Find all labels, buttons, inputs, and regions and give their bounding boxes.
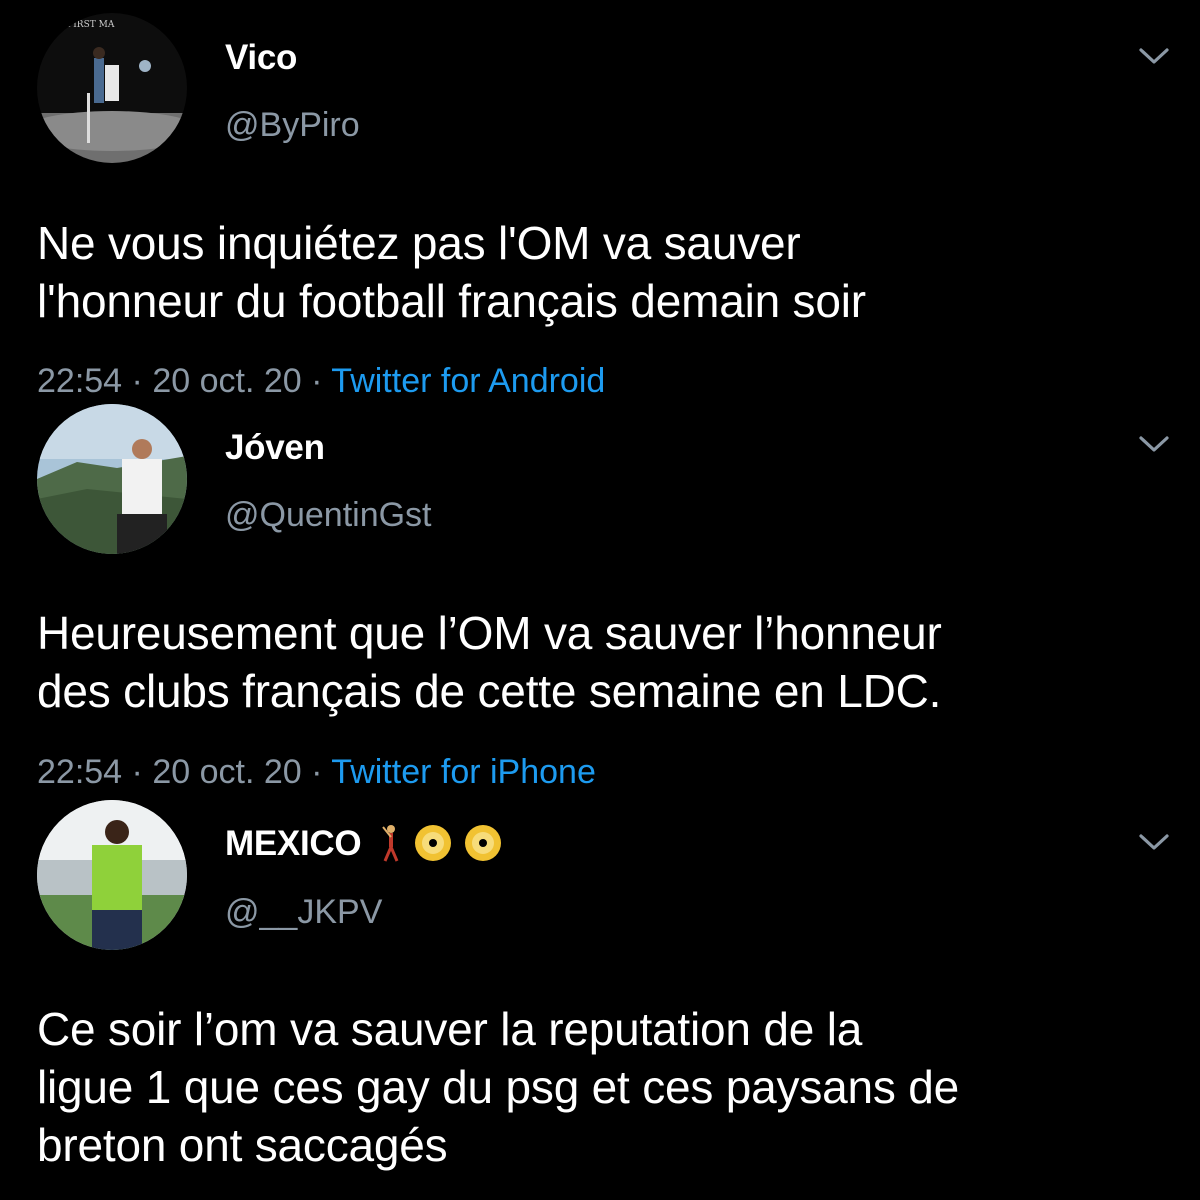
- handle[interactable]: @QuentinGst: [225, 496, 432, 535]
- tweet-text-line: Ce soir l’om va sauver la reputation de …: [37, 1003, 863, 1055]
- tweet-text-line: Ne vous inquiétez pas l'OM va sauver: [37, 217, 801, 269]
- avatar[interactable]: FIRST MA: [37, 13, 187, 163]
- display-name-text[interactable]: MEXICO: [225, 824, 362, 863]
- avatar[interactable]: [37, 800, 187, 950]
- chevron-down-icon[interactable]: [1137, 831, 1171, 853]
- handle[interactable]: @__JKPV: [225, 893, 382, 932]
- svg-text:FIRST MA: FIRST MA: [67, 20, 115, 30]
- tweet-text-line: l'honneur du football français demain so…: [37, 275, 866, 327]
- tweet-meta: 22:54 · 20 oct. 20 · Twitter for iPhone: [37, 753, 596, 792]
- tweet-source-link[interactable]: Twitter for iPhone: [331, 753, 596, 791]
- tweet-text: Ne vous inquiétez pas l'OM va sauver l'h…: [37, 214, 1177, 330]
- meta-separator: ·: [311, 362, 323, 400]
- tweet-date[interactable]: 20 oct. 20: [152, 753, 301, 791]
- chevron-down-icon[interactable]: [1137, 45, 1171, 67]
- avatar-image: FIRST MA: [37, 13, 187, 163]
- dancer-emoji: [381, 824, 399, 862]
- avatar-image: [37, 404, 187, 554]
- tweet-date[interactable]: 20 oct. 20: [152, 362, 301, 400]
- avatar[interactable]: [37, 404, 187, 554]
- display-name[interactable]: MEXICO: [225, 824, 504, 867]
- tweet-meta: 22:54 · 20 oct. 20 · Twitter for Android: [37, 362, 605, 401]
- tweet-text-line: Heureusement que l’OM va sauver l’honneu…: [37, 607, 942, 659]
- tweet-time[interactable]: 22:54: [37, 753, 122, 791]
- tweet-text-line: ligue 1 que ces gay du psg et ces paysan…: [37, 1061, 960, 1113]
- tweet-text-line: breton ont saccagés: [37, 1119, 448, 1171]
- name-emojis: [379, 821, 504, 863]
- meta-separator: ·: [311, 753, 323, 791]
- tweet-text-line: des clubs français de cette semaine en L…: [37, 665, 942, 717]
- meta-separator: ·: [131, 753, 143, 791]
- display-name[interactable]: Vico: [225, 38, 297, 78]
- avatar-image: [37, 800, 187, 950]
- tweet-text: Ce soir l’om va sauver la reputation de …: [37, 1000, 1177, 1174]
- tweet-time[interactable]: 22:54: [37, 362, 122, 400]
- dvd-emoji: [415, 824, 452, 861]
- tweet-text: Heureusement que l’OM va sauver l’honneu…: [37, 604, 1177, 720]
- display-name[interactable]: Jóven: [225, 428, 325, 468]
- meta-separator: ·: [131, 362, 143, 400]
- dvd-emoji: [464, 824, 501, 861]
- tweet-source-link[interactable]: Twitter for Android: [331, 362, 605, 400]
- chevron-down-icon[interactable]: [1137, 433, 1171, 455]
- handle[interactable]: @ByPiro: [225, 106, 360, 145]
